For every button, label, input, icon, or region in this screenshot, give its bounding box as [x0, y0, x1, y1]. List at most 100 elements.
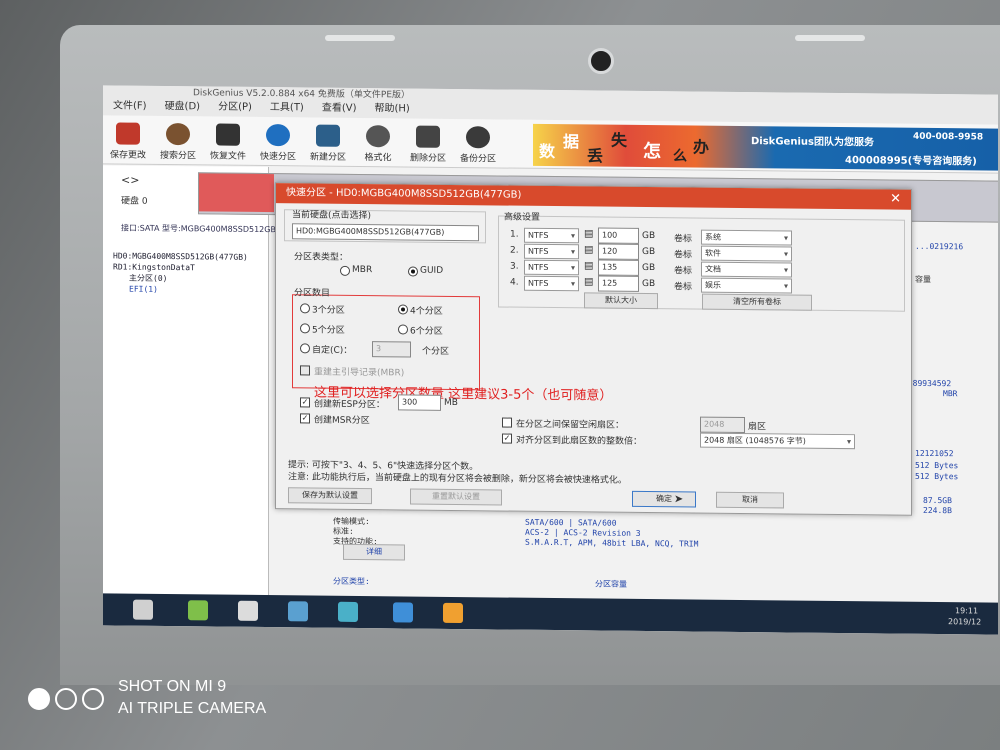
volume-label-select[interactable]: 文档	[701, 261, 792, 278]
count-6-label: 6个分区	[410, 326, 443, 337]
quick-partition-icon	[266, 124, 290, 147]
count-custom-radio[interactable]	[300, 343, 310, 354]
bezel-notch	[325, 35, 395, 41]
reserve-sectors-label: 在分区之间保留空闲扇区：	[516, 419, 625, 431]
default-size-button[interactable]: 默认大小	[584, 292, 658, 310]
format-button[interactable]: 格式化	[353, 118, 403, 167]
align-checkbox[interactable]: ✓	[502, 433, 512, 444]
menu-disk[interactable]: 硬盘(D)	[165, 100, 201, 114]
volume-label-select[interactable]: 软件	[701, 245, 792, 262]
guid-radio[interactable]	[408, 266, 418, 277]
vol-label-text: 卷标	[674, 282, 693, 293]
size-input[interactable]: 125	[598, 275, 639, 292]
partition-no: 3.	[510, 261, 519, 272]
create-msr-label: 创建MSR分区	[314, 415, 370, 427]
size-input[interactable]: 120	[598, 243, 639, 260]
align-select[interactable]: 2048 扇区 (1048576 字节)	[700, 432, 855, 450]
app-icon[interactable]	[393, 602, 413, 623]
current-disk-field[interactable]: HD0:MGBG400M8SSD512GB(477GB)	[292, 223, 479, 242]
advanced-label: 高级设置	[504, 212, 541, 223]
save-icon	[116, 122, 140, 145]
info-value: 224.8B	[923, 505, 952, 516]
delete-partition-button[interactable]: 删除分区	[403, 118, 453, 167]
clear-labels-button[interactable]: 清空所有卷标	[702, 293, 812, 311]
app-icon[interactable]	[338, 601, 358, 622]
fs-select[interactable]: NTFS	[524, 243, 579, 260]
partition-no: 1.	[510, 229, 519, 240]
cancel-button[interactable]: 取消	[716, 491, 784, 509]
warning-line: 注意: 此功能执行后，当前硬盘上的现有分区将会被删除，新分区将会被快速格式化。	[288, 472, 627, 486]
rebuild-mbr-label: 重建主引导记录(MBR)	[314, 367, 405, 379]
info-value: 512 Bytes	[915, 460, 959, 471]
volume-label-select[interactable]: 娱乐	[701, 277, 792, 294]
app-icon[interactable]	[238, 600, 258, 621]
mbr-radio[interactable]	[340, 265, 350, 276]
dialog-title-bar: 快速分区 - HD0:MGBG400M8SSD512GB(477GB) ✕	[276, 183, 911, 210]
tree-item[interactable]: EFI(1)	[113, 283, 248, 295]
count-5-radio[interactable]	[300, 323, 310, 334]
menu-help[interactable]: 帮助(H)	[375, 102, 410, 116]
reset-default-button[interactable]: 重置默认设置	[410, 488, 502, 506]
ok-button[interactable]: 确定	[632, 490, 696, 508]
count-5-label: 5个分区	[312, 325, 345, 336]
mbr-radio-label: MBR	[352, 264, 373, 276]
vol-label-text: 卷标	[674, 266, 693, 277]
count-6-radio[interactable]	[398, 324, 408, 335]
start-icon[interactable]	[133, 599, 153, 620]
reserve-unit: 扇区	[748, 422, 767, 433]
diskgenius-task-icon[interactable]	[443, 602, 463, 624]
custom-count-input[interactable]: 3	[372, 341, 411, 358]
fs-select[interactable]: NTFS	[524, 227, 579, 244]
drive-icon: ▤	[584, 276, 594, 288]
count-4-radio[interactable]	[398, 304, 408, 315]
new-partition-button[interactable]: 新建分区	[303, 117, 353, 166]
count-3-radio[interactable]	[300, 303, 310, 314]
save-changes-button[interactable]: 保存更改	[103, 115, 153, 164]
create-msr-checkbox[interactable]: ✓	[300, 413, 310, 424]
recover-files-button[interactable]: 恢复文件	[203, 116, 253, 165]
search-partition-button[interactable]: 搜索分区	[153, 116, 203, 165]
close-icon[interactable]: ✕	[890, 190, 901, 210]
drive-icon: ▤	[584, 228, 594, 240]
menu-file[interactable]: 文件(F)	[113, 99, 147, 113]
size-input[interactable]: 135	[598, 259, 639, 276]
count-3-label: 3个分区	[312, 305, 345, 316]
details-button[interactable]: 详细	[343, 543, 405, 561]
backup-partition-button[interactable]: 备份分区	[453, 119, 503, 168]
banner-char: 失	[611, 130, 628, 150]
date[interactable]: 2019/12	[948, 617, 981, 626]
menu-view[interactable]: 查看(V)	[322, 102, 357, 116]
save-default-button[interactable]: 保存为默认设置	[288, 487, 372, 505]
esp-size-input[interactable]: 300	[398, 394, 441, 411]
size-input[interactable]: 100	[598, 227, 639, 244]
esp-unit: MB	[444, 397, 458, 409]
vol-label-text: 卷标	[674, 234, 693, 245]
menu-tools[interactable]: 工具(T)	[270, 101, 304, 115]
volume-label-select[interactable]: 系统	[701, 229, 792, 246]
clock[interactable]: 19:11	[955, 606, 978, 615]
menu-partition[interactable]: 分区(P)	[218, 101, 252, 115]
fs-select[interactable]: NTFS	[524, 275, 579, 292]
rebuild-mbr-checkbox[interactable]	[300, 365, 310, 376]
bezel-notch	[795, 35, 865, 41]
info-value: 512 Bytes	[915, 471, 959, 482]
app-icon[interactable]	[188, 600, 208, 621]
ad-banner[interactable]: 数 据 丢 失 怎 么 办 DiskGenius团队为您服务 400-008-9…	[533, 123, 998, 171]
banner-brand: DiskGenius团队为您服务	[751, 136, 874, 149]
reserve-sectors-input[interactable]: 2048	[700, 416, 745, 434]
info-value: 12121052	[915, 448, 954, 459]
banner-phone: 400-008-9958	[913, 131, 984, 143]
banner-char: 怎	[643, 140, 661, 163]
format-icon	[366, 125, 390, 148]
banner-char: 据	[563, 132, 580, 152]
app-icon[interactable]	[288, 601, 308, 622]
partition-no: 4.	[510, 277, 519, 288]
reserve-sectors-checkbox[interactable]	[502, 417, 512, 428]
nav-arrows-icon[interactable]: <>	[121, 174, 139, 187]
info-value: SATA/600 | SATA/600	[525, 517, 617, 528]
info-value: 容量	[915, 274, 931, 284]
count-custom-label: 自定(C)：	[312, 345, 353, 356]
fs-select[interactable]: NTFS	[524, 259, 579, 276]
quick-partition-button[interactable]: 快速分区	[253, 117, 303, 166]
create-esp-checkbox[interactable]: ✓	[300, 397, 310, 408]
